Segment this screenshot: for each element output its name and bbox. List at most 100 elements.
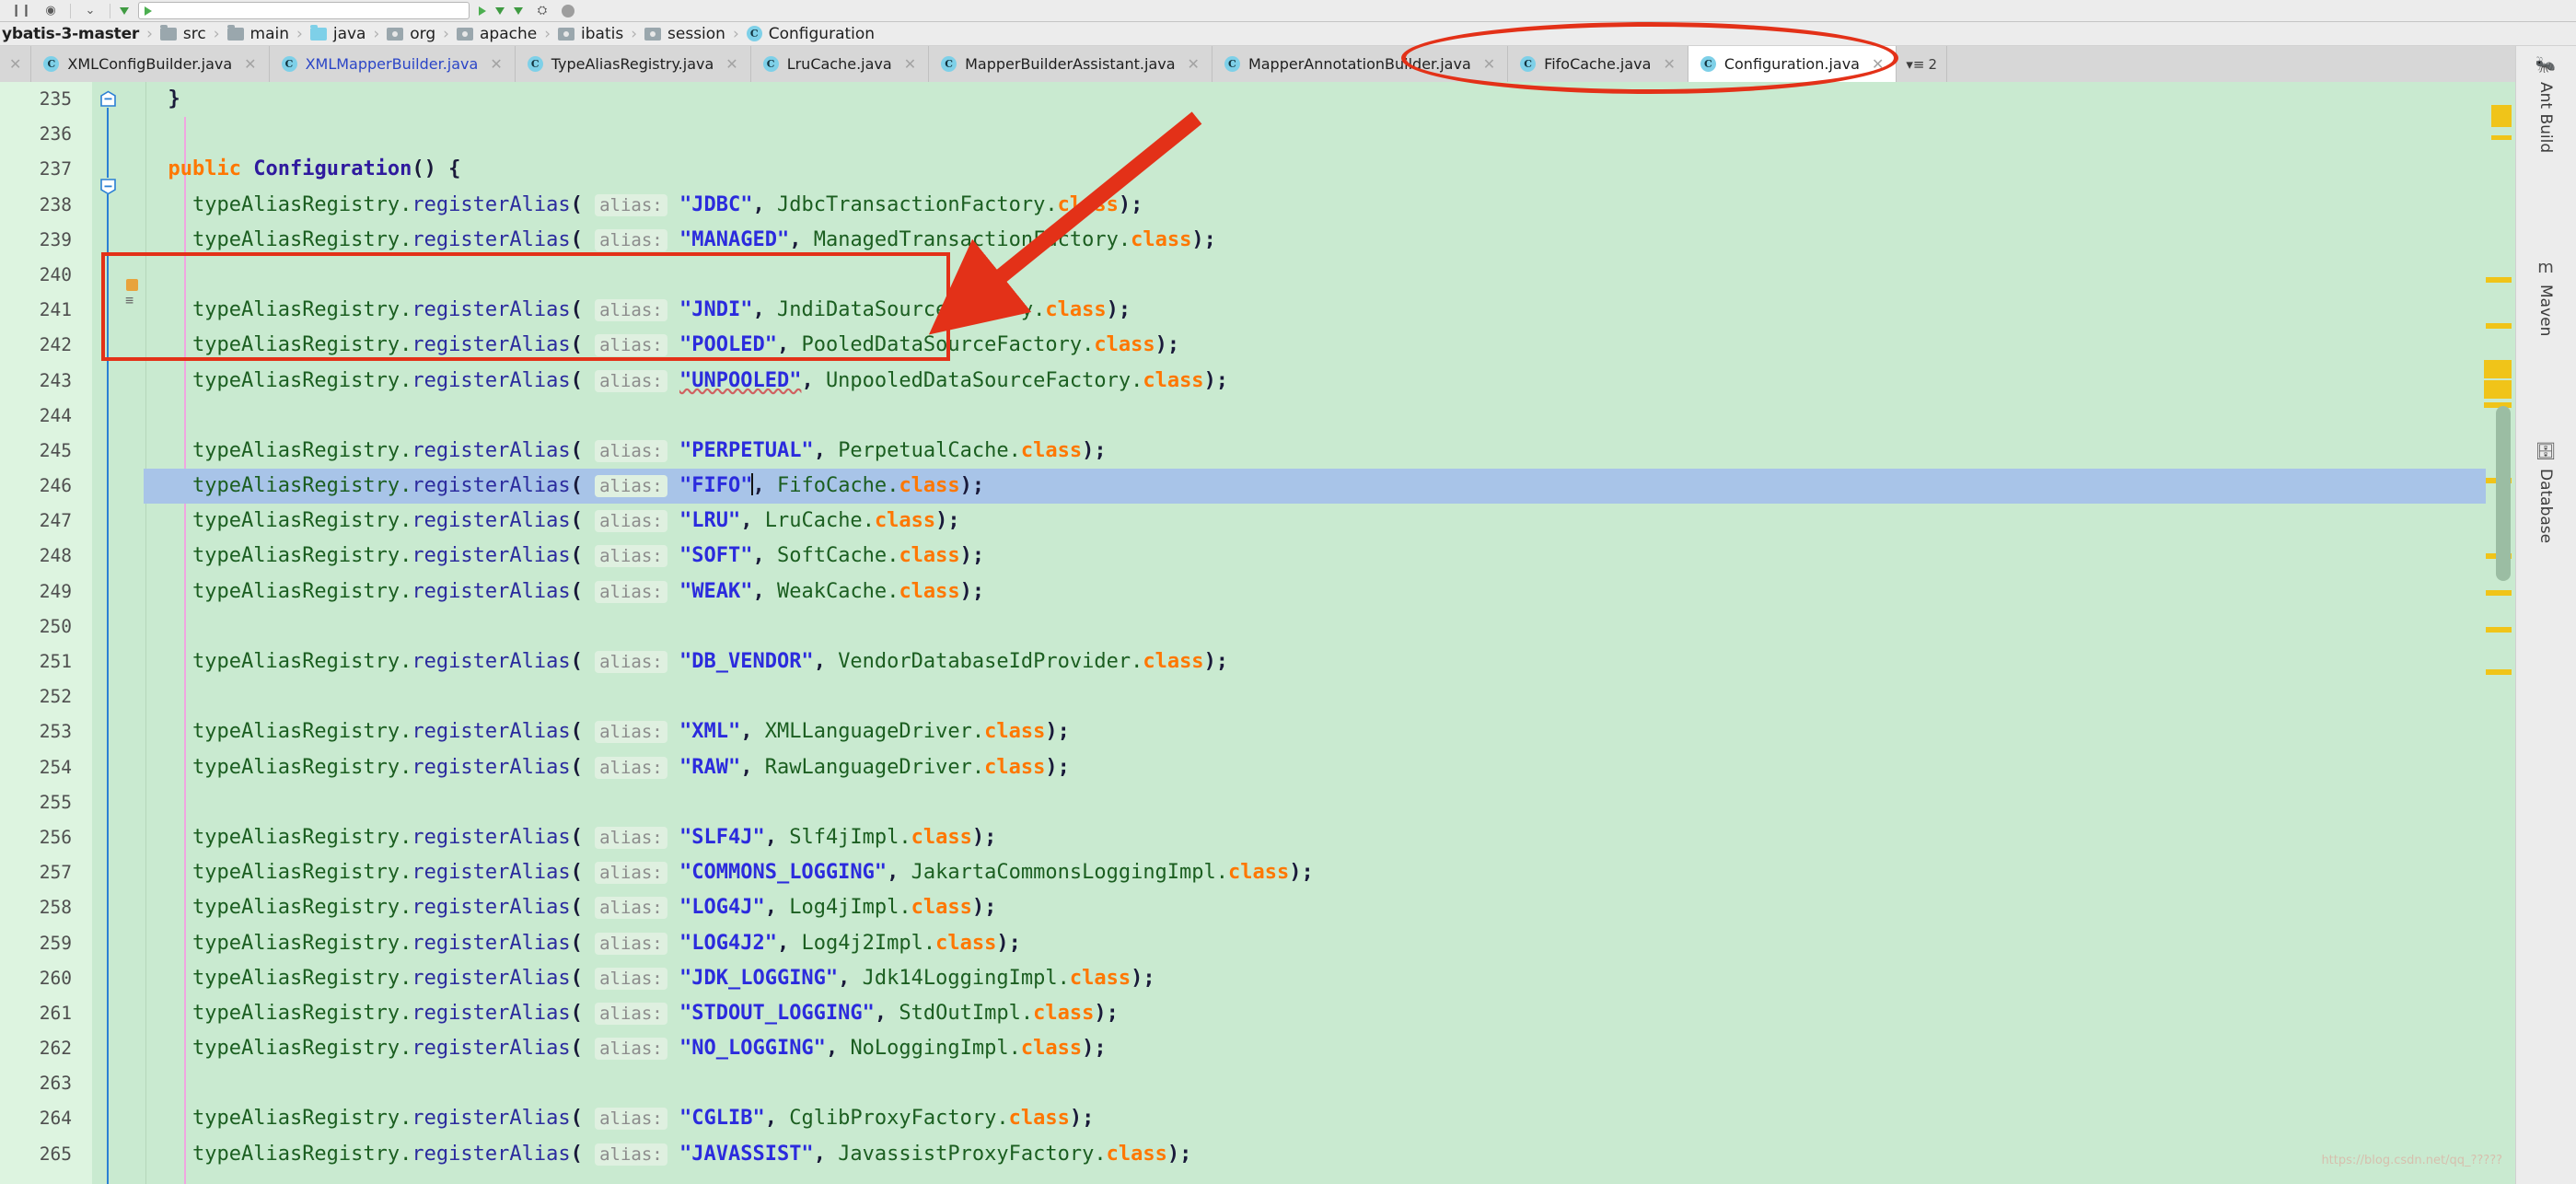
line-number[interactable]: 262 [0,1031,72,1066]
code-line[interactable]: typeAliasRegistry.registerAlias( alias: … [144,293,2486,328]
line-number[interactable]: 243 [0,364,72,399]
editor-tab-mapperannotationbuilder[interactable]: C MapperAnnotationBuilder.java ✕ [1212,46,1509,82]
debug-icon[interactable] [495,6,505,15]
code-line[interactable] [144,609,2486,644]
line-number[interactable]: 238 [0,188,72,223]
editor-tab-xmlmapperbuilder[interactable]: C XMLMapperBuilder.java ✕ [269,46,516,82]
code-line[interactable]: public Configuration() { [144,152,2486,187]
line-number[interactable]: 242 [0,328,72,363]
code-line[interactable]: } [144,82,2486,117]
line-number[interactable]: 253 [0,714,72,749]
breadcrumb-item-src[interactable]: src [158,24,208,43]
code-editor[interactable]: 235 236 237 238 239 240 241 242 243 244 245 246 247 2… [0,82,2576,1184]
tab-overflow-button[interactable]: ▾≡ 2 [1897,46,1948,82]
close-icon[interactable]: ✕ [1188,55,1200,73]
code-line[interactable]: typeAliasRegistry.registerAlias( alias: … [144,890,2486,925]
line-number[interactable]: 258 [0,890,72,925]
code-line[interactable] [144,785,2486,820]
error-stripe-mark[interactable] [2484,380,2512,399]
line-number[interactable]: 251 [0,644,72,679]
error-stripe-mark[interactable] [2491,105,2512,127]
close-icon[interactable]: ✕ [1872,55,1884,73]
line-number[interactable]: 240 [0,258,72,293]
editor-tab-lrucache[interactable]: C LruCache.java ✕ [750,46,930,82]
line-number[interactable]: 249 [0,575,72,609]
code-line[interactable]: typeAliasRegistry.registerAlias( alias: … [144,575,2486,609]
code-line[interactable] [144,117,2486,152]
code-line[interactable] [144,679,2486,714]
breadcrumb-item-apache[interactable]: apache [455,25,539,43]
editor-tab-xmlconfigbuilder[interactable]: C XMLConfigBuilder.java ✕ [31,46,270,82]
toolwindow-button-maven[interactable]: m Maven [2515,258,2576,336]
line-number[interactable]: 261 [0,996,72,1031]
editor-tab-typealiasregistry[interactable]: C TypeAliasRegistry.java ✕ [515,46,751,82]
line-number[interactable]: 256 [0,820,72,855]
close-icon[interactable]: ✕ [1663,55,1675,73]
editor-tab-mapperbuilderassistant[interactable]: C MapperBuilderAssistant.java ✕ [929,46,1213,82]
code-line[interactable]: typeAliasRegistry.registerAlias( alias: … [144,926,2486,961]
toolwindow-button-database[interactable]: 🗄 Database [2515,442,2576,543]
error-stripe-mark[interactable] [2486,323,2512,329]
close-icon[interactable]: ✕ [0,46,32,82]
code-line[interactable]: typeAliasRegistry.registerAlias( alias: … [144,223,2486,258]
error-stripe-mark[interactable] [2486,590,2512,596]
line-number[interactable]: 250 [0,609,72,644]
code-line[interactable]: typeAliasRegistry.registerAlias( alias: … [144,364,2486,399]
avatar[interactable] [562,4,574,17]
error-stripe-mark[interactable] [2486,277,2512,283]
line-number[interactable]: 237 [0,152,72,187]
profile-icon[interactable]: ⛭ [532,3,552,19]
breadcrumb-item-session[interactable]: session [643,25,727,43]
line-number[interactable]: 246 [0,469,72,504]
run-button[interactable] [479,6,486,16]
fold-collapse-icon[interactable] [99,90,117,108]
breadcrumb-item-java[interactable]: java [308,24,368,43]
line-number[interactable]: 265 [0,1137,72,1172]
code-line[interactable]: typeAliasRegistry.registerAlias( alias: … [144,1101,2486,1136]
code-line[interactable] [144,1066,2486,1101]
close-icon[interactable]: ✕ [1483,55,1495,73]
coverage-icon[interactable] [514,6,523,15]
code-line[interactable]: typeAliasRegistry.registerAlias( alias: … [144,714,2486,749]
breadcrumb-item-ibatis[interactable]: ibatis [556,25,625,43]
run-configuration-selector[interactable] [138,2,470,19]
fold-collapse-icon[interactable] [99,178,117,195]
code-line[interactable]: typeAliasRegistry.registerAlias( alias: … [144,1031,2486,1066]
line-number[interactable]: 236 [0,117,72,152]
line-number[interactable]: 245 [0,434,72,469]
line-number[interactable]: 247 [0,504,72,539]
line-number[interactable]: 264 [0,1101,72,1136]
code-line[interactable]: typeAliasRegistry.registerAlias( alias: … [144,750,2486,785]
error-stripe-mark[interactable] [2486,669,2512,675]
line-number[interactable]: 235 [0,82,72,117]
scrollbar-thumb[interactable] [2496,406,2511,581]
code-line[interactable]: typeAliasRegistry.registerAlias( alias: … [144,328,2486,363]
change-marker-icon[interactable]: ≡ [125,292,133,308]
chevron-down-icon[interactable]: ⌄ [80,3,100,19]
close-icon[interactable]: ✕ [244,55,256,73]
editor-tab-configuration[interactable]: C Configuration.java ✕ [1688,46,1897,82]
breadcrumb-item-org[interactable]: org [385,25,437,43]
breadcrumb-item-main[interactable]: main [226,24,291,43]
stop-icon[interactable]: ◉ [41,3,61,19]
line-number[interactable]: 255 [0,785,72,820]
code-line[interactable]: typeAliasRegistry.registerAlias( alias: … [144,188,2486,223]
code-folding-column[interactable] [92,82,123,1184]
code-line[interactable]: typeAliasRegistry.registerAlias( alias: … [144,996,2486,1031]
line-number[interactable]: 252 [0,679,72,714]
close-icon[interactable]: ✕ [725,55,737,73]
error-stripe-mark[interactable] [2486,627,2512,633]
line-number[interactable]: 257 [0,855,72,890]
breadcrumb-item-configuration[interactable]: C Configuration [745,25,876,43]
editor-gutter[interactable]: 235 236 237 238 239 240 241 242 243 244 245 246 247 2… [0,82,92,1184]
error-stripe-mark[interactable] [2491,135,2512,140]
code-line[interactable] [144,399,2486,434]
code-line[interactable]: typeAliasRegistry.registerAlias( alias: … [144,504,2486,539]
breadcrumb-item-ybatis-3-master[interactable]: ybatis-3-master [0,25,141,43]
line-number[interactable]: 260 [0,961,72,996]
close-icon[interactable]: ✕ [904,55,916,73]
line-number[interactable]: 263 [0,1066,72,1101]
code-line[interactable]: typeAliasRegistry.registerAlias( alias: … [144,855,2486,890]
inspection-marker-icon[interactable] [126,279,138,291]
line-number[interactable]: 259 [0,926,72,961]
